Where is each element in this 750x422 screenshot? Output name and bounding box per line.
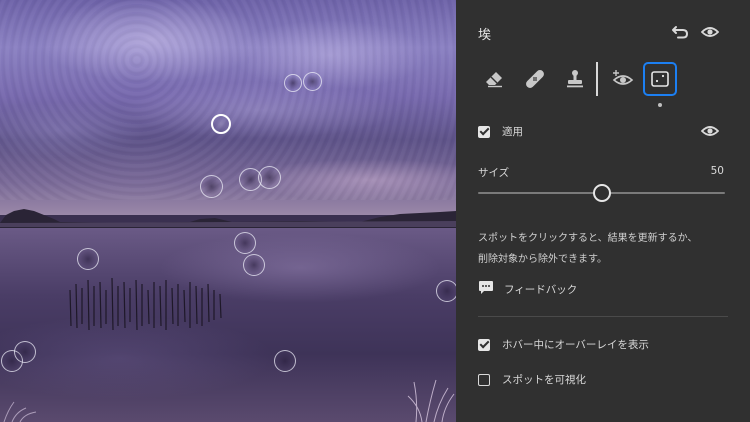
feedback-link[interactable]: フィードバック — [478, 280, 577, 298]
dust-frame-icon[interactable] — [643, 62, 677, 96]
spot-marker[interactable] — [303, 72, 322, 91]
active-tool-indicator — [658, 103, 662, 107]
reeds-cluster — [69, 277, 222, 331]
eye-icon[interactable] — [700, 22, 720, 42]
spot-marker-selected[interactable] — [211, 114, 231, 134]
visualize-spots-label: スポットを可視化 — [502, 374, 586, 386]
foreground-grass-left — [3, 401, 37, 422]
stamp-icon[interactable] — [558, 62, 592, 96]
size-label: サイズ — [478, 167, 510, 179]
feedback-label: フィードバック — [504, 283, 578, 296]
size-value[interactable]: 50 — [711, 165, 724, 177]
show-overlay-label: ホバー中にオーバーレイを表示 — [502, 339, 649, 351]
bandage-icon[interactable] — [518, 62, 552, 96]
size-slider[interactable] — [478, 184, 725, 202]
app-window: 埃 適用 サイズ 50 スポットをクリックすると、結果を更新するか、 削除対象か… — [0, 0, 750, 422]
cloud-texture — [0, 0, 456, 200]
instruction-line-2: 削除対象から除外できます。 — [478, 254, 607, 265]
instruction-text: スポットをクリックすると、結果を更新するか、 削除対象から除外できます。 — [478, 228, 728, 270]
undo-icon[interactable] — [670, 22, 690, 42]
spot-marker[interactable] — [436, 280, 456, 302]
slider-thumb[interactable] — [592, 184, 611, 202]
apply-row[interactable]: 適用 — [478, 124, 523, 139]
foreground-grass — [407, 379, 455, 422]
dust-removal-panel: 埃 適用 サイズ 50 スポットをクリックすると、結果を更新するか、 削除対象か… — [456, 0, 750, 422]
spot-marker[interactable] — [200, 175, 223, 198]
spot-marker[interactable] — [284, 74, 302, 92]
section-divider — [478, 316, 728, 317]
photo-canvas[interactable] — [0, 0, 456, 422]
apply-label: 適用 — [502, 126, 523, 138]
spot-marker[interactable] — [243, 254, 265, 276]
apply-checkbox[interactable] — [478, 125, 490, 138]
visualize-spots-checkbox[interactable] — [478, 373, 490, 386]
spot-marker[interactable] — [14, 341, 36, 363]
panel-title: 埃 — [478, 28, 492, 43]
spot-marker[interactable] — [77, 248, 99, 270]
eye-plus-icon[interactable] — [606, 62, 640, 96]
show-overlay-checkbox[interactable] — [478, 338, 490, 351]
spot-marker[interactable] — [258, 166, 281, 189]
visualize-spots-row[interactable]: スポットを可視化 — [478, 372, 586, 387]
eye-icon[interactable] — [700, 121, 720, 141]
show-overlay-row[interactable]: ホバー中にオーバーレイを表示 — [478, 337, 649, 352]
tool-row — [478, 62, 728, 107]
spot-marker[interactable] — [274, 350, 296, 372]
tool-separator — [596, 62, 598, 96]
eraser-icon[interactable] — [478, 62, 512, 96]
spot-marker[interactable] — [234, 232, 256, 254]
instruction-line-1: スポットをクリックすると、結果を更新するか、 — [478, 233, 698, 244]
chat-bubble-icon — [478, 280, 494, 298]
